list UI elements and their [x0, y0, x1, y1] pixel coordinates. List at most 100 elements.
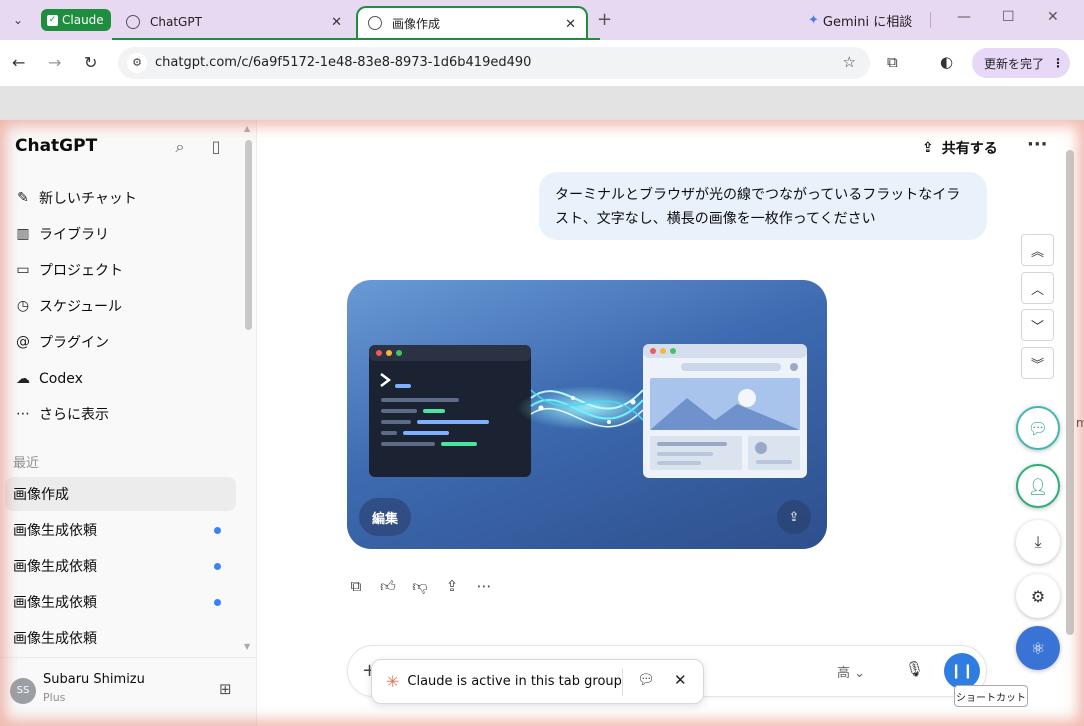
incognito-profile-icon[interactable]: ◐: [940, 53, 953, 71]
divider: [930, 12, 931, 28]
gemini-button[interactable]: ✦ Gemini に相談: [808, 11, 912, 30]
scroll-bottom-button[interactable]: ︾: [1021, 347, 1054, 379]
scroll-down-arrow-icon[interactable]: ▼: [244, 642, 250, 651]
atom-tool-icon[interactable]: ⚛: [1016, 626, 1060, 670]
extensions-puzzle-icon[interactable]: ⧉: [887, 53, 898, 71]
unread-dot: [214, 563, 221, 570]
tab-chatgpt[interactable]: ChatGPT ✕: [116, 6, 352, 38]
image-edit-button[interactable]: 編集: [359, 498, 411, 536]
sidebar-item-label: スケジュール: [39, 299, 123, 315]
sidebar-title: ChatGPT: [15, 136, 98, 156]
search-icon[interactable]: ⌕: [171, 138, 189, 156]
browser-toolbar: ← → ↻ ⚙ chatgpt.com/c/6a9f5172-1e48-83e8…: [0, 40, 1084, 86]
scroll-down-button[interactable]: ﹀: [1021, 309, 1054, 341]
at-icon: @: [16, 334, 30, 350]
update-button[interactable]: 更新を完了 ⋮: [972, 48, 1070, 78]
gemini-sparkle-icon: ✦: [808, 13, 819, 28]
edge-text: m: [1076, 416, 1084, 430]
sidebar-item-new-chat[interactable]: ✎ 新しいチャット: [8, 181, 236, 215]
tab-image-creation[interactable]: 画像作成 ✕: [356, 6, 588, 38]
tab-group-chip[interactable]: ✓ Claude: [41, 9, 111, 31]
close-tab-icon[interactable]: ✕: [565, 17, 576, 32]
user-name: Subaru Shimizu: [43, 672, 145, 687]
divider: [622, 668, 623, 696]
close-window-icon[interactable]: ✕: [1047, 9, 1059, 25]
page-content: ChatGPT ⌕ ▯ ✎ 新しいチャット ▥ ライブラリ ▭ プロジェクト ◷…: [0, 120, 1084, 726]
sidebar-item-label: さらに表示: [39, 407, 109, 423]
scroll-top-button[interactable]: ︽: [1021, 234, 1054, 266]
minimize-icon[interactable]: —: [957, 9, 971, 25]
sidebar-scrollbar[interactable]: [245, 140, 252, 330]
site-info-icon[interactable]: ⚙: [127, 53, 147, 73]
library-icon: ▥: [16, 226, 30, 242]
unread-dot: [214, 599, 221, 606]
forward-arrow-icon[interactable]: →: [48, 53, 61, 72]
sidebar-item-codex[interactable]: ☁ Codex: [8, 362, 236, 396]
more-options-icon[interactable]: ···: [1027, 134, 1048, 155]
terminal-browser-illustration: [369, 344, 807, 478]
back-arrow-icon[interactable]: ←: [12, 53, 25, 72]
chat-item-title: 画像生成依頼: [13, 631, 97, 647]
thumbs-up-icon[interactable]: 👍︎: [379, 577, 397, 595]
voice-mode-button[interactable]: ❙❙: [944, 653, 980, 689]
bookmark-star-icon[interactable]: ☆: [843, 53, 856, 71]
sidebar-item-plugins[interactable]: @ プラグイン: [8, 325, 236, 359]
claude-status-text: Claude is active in this tab group: [407, 674, 622, 689]
maximize-icon[interactable]: ☐: [1002, 9, 1015, 25]
gift-icon[interactable]: ⊞: [219, 680, 232, 698]
reload-icon[interactable]: ↻: [84, 53, 97, 72]
image-share-icon[interactable]: ⇪: [777, 500, 811, 534]
person-tool-icon[interactable]: 👤︎: [1016, 464, 1060, 508]
quality-select[interactable]: 高 ⌄: [837, 662, 865, 681]
page-scrollbar[interactable]: [1066, 150, 1074, 635]
scroll-up-arrow-icon[interactable]: ▲: [244, 124, 250, 133]
sidebar-item-more[interactable]: ⋯ さらに表示: [8, 397, 236, 431]
user-plan: Plus: [43, 691, 66, 704]
settings-gear-icon[interactable]: ⚙: [1016, 574, 1060, 618]
close-tab-icon[interactable]: ✕: [331, 15, 342, 30]
copy-icon[interactable]: ⧉: [347, 577, 365, 595]
url-text[interactable]: chatgpt.com/c/6a9f5172-1e48-83e8-8973-1d…: [155, 55, 531, 70]
gemini-label: Gemini に相談: [822, 15, 913, 30]
sidebar-item-schedule[interactable]: ◷ スケジュール: [8, 289, 236, 323]
share-icon[interactable]: ⇪: [443, 577, 461, 595]
address-bar[interactable]: ⚙ chatgpt.com/c/6a9f5172-1e48-83e8-8973-…: [118, 47, 870, 79]
microphone-icon[interactable]: 🎙︎: [905, 660, 924, 678]
sidebar-toggle-icon[interactable]: ▯: [207, 138, 225, 156]
share-button[interactable]: ⇪ 共有する: [922, 138, 998, 158]
tab-search-dropdown-icon[interactable]: ⌄: [8, 10, 28, 30]
thumbs-down-icon[interactable]: 👎︎: [411, 577, 429, 595]
more-dots-icon[interactable]: ⋯: [475, 577, 493, 595]
folder-icon: ▭: [16, 262, 30, 278]
sidebar-item-label: 新しいチャット: [39, 191, 137, 207]
chat-item-active[interactable]: 画像作成: [5, 477, 236, 511]
claude-burst-icon: ✳: [386, 672, 400, 691]
shortcut-tooltip: ショートカット: [954, 685, 1028, 707]
sidebar-item-label: ライブラリ: [39, 227, 109, 243]
update-label: 更新を完了: [984, 56, 1045, 71]
user-profile[interactable]: SS Subaru Shimizu Plus ⊞: [0, 657, 257, 726]
codex-icon: ☁: [16, 371, 30, 387]
chat-item-title: 画像生成依頼: [13, 523, 97, 539]
unread-dot: [214, 527, 221, 534]
tab-strip: ⌄ ✓ Claude ChatGPT ✕ 画像作成 ✕ + ✦ Gemini に…: [0, 0, 1084, 40]
claude-chat-icon[interactable]: 💬︎: [637, 672, 655, 688]
new-tab-button[interactable]: +: [597, 9, 612, 30]
sidebar-item-library[interactable]: ▥ ライブラリ: [8, 217, 236, 251]
chat-item[interactable]: 画像生成依頼: [5, 549, 236, 583]
chat-item[interactable]: 画像生成依頼: [5, 621, 236, 655]
generated-image[interactable]: 編集 ⇪: [347, 280, 827, 549]
chat-item[interactable]: 画像生成依頼: [5, 585, 236, 619]
clock-icon: ◷: [16, 298, 30, 314]
sidebar-item-projects[interactable]: ▭ プロジェクト: [8, 253, 236, 287]
download-icon[interactable]: ⤓: [1016, 520, 1060, 564]
chat-item-title: 画像作成: [13, 487, 69, 503]
scroll-up-button[interactable]: ︿: [1021, 272, 1054, 304]
chat-bubble-tool-icon[interactable]: 💬︎: [1016, 406, 1060, 450]
quality-label: 高: [837, 666, 851, 681]
message-actions: ⧉ 👍︎ 👎︎ ⇪ ⋯: [347, 577, 493, 596]
openai-logo-icon: [368, 16, 382, 30]
chat-item[interactable]: 画像生成依頼: [5, 513, 236, 547]
chat-item-title: 画像生成依頼: [13, 595, 97, 611]
close-icon[interactable]: ✕: [674, 671, 687, 689]
